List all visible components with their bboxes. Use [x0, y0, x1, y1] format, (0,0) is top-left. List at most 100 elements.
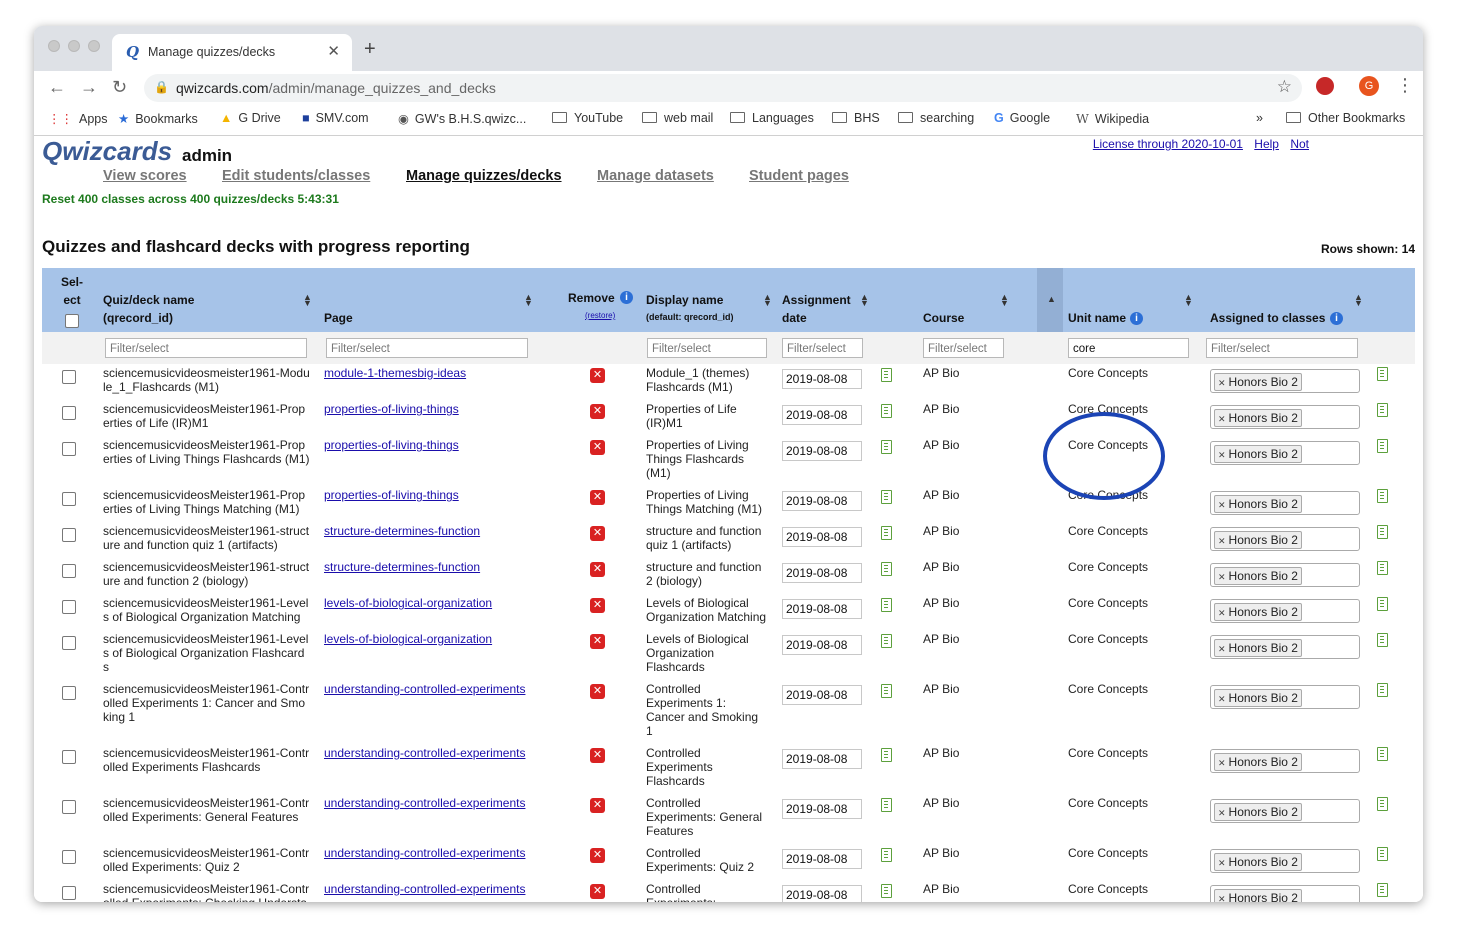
clipboard-icon[interactable] [881, 748, 892, 762]
bookmark-google[interactable]: G Google [994, 111, 1050, 125]
assignment-date-input[interactable]: 2019-08-08 [782, 849, 862, 869]
clipboard-icon[interactable] [881, 884, 892, 898]
bookmark-star-icon[interactable]: ☆ [1277, 77, 1292, 97]
reload-icon[interactable]: ↻ [112, 77, 127, 98]
assignment-date-input[interactable]: 2019-08-08 [782, 441, 862, 461]
remove-x-icon[interactable]: ✕ [590, 848, 605, 863]
select-all-checkbox[interactable] [65, 314, 79, 328]
remove-x-icon[interactable]: ✕ [590, 526, 605, 541]
clipboard-icon[interactable] [881, 562, 892, 576]
clipboard-icon[interactable] [1377, 367, 1388, 381]
row-checkbox[interactable] [62, 370, 76, 384]
page-link[interactable]: structure-determines-function [324, 560, 480, 574]
remove-x-icon[interactable]: ✕ [590, 798, 605, 813]
remove-tag-icon[interactable]: ✕ [1218, 608, 1226, 618]
class-tag[interactable]: ✕ Honors Bio 2 [1214, 639, 1302, 657]
sort-name-icon[interactable]: ▲ ▼ [303, 293, 312, 308]
class-tag[interactable]: ✕ Honors Bio 2 [1214, 531, 1302, 549]
assignment-date-input[interactable]: 2019-08-08 [782, 527, 862, 547]
info-icon[interactable]: i [1330, 312, 1343, 325]
row-checkbox[interactable] [62, 686, 76, 700]
assignment-date-input[interactable]: 2019-08-08 [782, 405, 862, 425]
new-tab-icon[interactable]: + [364, 38, 376, 61]
remove-x-icon[interactable]: ✕ [590, 368, 605, 383]
address-bar[interactable]: 🔒 qwizcards.com/admin/manage_quizzes_and… [144, 74, 1302, 102]
remove-tag-icon[interactable]: ✕ [1218, 808, 1226, 818]
clipboard-icon[interactable] [1377, 847, 1388, 861]
profile-avatar[interactable]: G [1359, 76, 1379, 96]
page-link[interactable]: properties-of-living-things [324, 402, 459, 416]
remove-x-icon[interactable]: ✕ [590, 562, 605, 577]
row-checkbox[interactable] [62, 600, 76, 614]
bookmark-languages[interactable]: Languages [730, 111, 814, 125]
page-link[interactable]: understanding-controlled-experiments [324, 746, 525, 760]
clipboard-icon[interactable] [881, 404, 892, 418]
class-tag[interactable]: ✕ Honors Bio 2 [1214, 803, 1302, 821]
remove-tag-icon[interactable]: ✕ [1218, 694, 1226, 704]
forward-arrow-icon[interactable]: → [80, 77, 98, 98]
assignment-date-input[interactable]: 2019-08-08 [782, 885, 862, 902]
filter-course-input[interactable]: Filter/select [923, 338, 1004, 358]
clipboard-icon[interactable] [881, 440, 892, 454]
remove-x-icon[interactable]: ✕ [590, 490, 605, 505]
class-tag[interactable]: ✕ Honors Bio 2 [1214, 603, 1302, 621]
info-icon[interactable]: i [620, 291, 633, 304]
clipboard-icon[interactable] [1377, 489, 1388, 503]
assignment-date-input[interactable]: 2019-08-08 [782, 369, 862, 389]
nav-manage-quizzes[interactable]: Manage quizzes/decks [406, 168, 562, 184]
clipboard-icon[interactable] [1377, 883, 1388, 897]
nav-edit-students[interactable]: Edit students/classes [222, 168, 370, 184]
remove-x-icon[interactable]: ✕ [590, 404, 605, 419]
clipboard-icon[interactable] [1377, 525, 1388, 539]
clipboard-icon[interactable] [881, 598, 892, 612]
clipboard-icon[interactable] [881, 798, 892, 812]
assigned-classes-input[interactable]: ✕ Honors Bio 2 [1210, 885, 1360, 902]
clipboard-icon[interactable] [1377, 797, 1388, 811]
sort-ascending-icon[interactable]: ▲ [1047, 294, 1056, 304]
bookmarks-overflow[interactable]: » [1256, 111, 1263, 125]
assignment-date-input[interactable]: 2019-08-08 [782, 635, 862, 655]
bookmark-other[interactable]: Other Bookmarks [1286, 111, 1405, 125]
sort-course-icon[interactable]: ▲ ▼ [1000, 293, 1009, 308]
bookmark-web-mail[interactable]: web mail [642, 111, 713, 125]
assigned-classes-input[interactable]: ✕ Honors Bio 2 [1210, 799, 1360, 823]
page-link[interactable]: properties-of-living-things [324, 488, 459, 502]
row-checkbox[interactable] [62, 528, 76, 542]
filter-classes-input[interactable]: Filter/select [1206, 338, 1358, 358]
assignment-date-input[interactable]: 2019-08-08 [782, 491, 862, 511]
bookmark-bookmarks[interactable]: ★ Bookmarks [118, 111, 198, 126]
class-tag[interactable]: ✕ Honors Bio 2 [1214, 567, 1302, 585]
clipboard-icon[interactable] [1377, 633, 1388, 647]
bookmark-bhs[interactable]: BHS [832, 111, 880, 125]
clipboard-icon[interactable] [1377, 561, 1388, 575]
page-link[interactable]: properties-of-living-things [324, 438, 459, 452]
minimize-window-dot[interactable] [68, 40, 80, 52]
assigned-classes-input[interactable]: ✕ Honors Bio 2 [1210, 405, 1360, 429]
close-window-dot[interactable] [48, 40, 60, 52]
page-link[interactable]: levels-of-biological-organization [324, 632, 492, 646]
remove-tag-icon[interactable]: ✕ [1218, 500, 1226, 510]
page-link[interactable]: understanding-controlled-experiments [324, 882, 525, 896]
page-link[interactable]: understanding-controlled-experiments [324, 846, 525, 860]
clipboard-icon[interactable] [1377, 439, 1388, 453]
remove-tag-icon[interactable]: ✕ [1218, 378, 1226, 388]
nav-manage-datasets[interactable]: Manage datasets [597, 168, 714, 184]
sort-display-icon[interactable]: ▲ ▼ [763, 293, 772, 308]
not-link[interactable]: Not [1290, 137, 1309, 151]
remove-tag-icon[interactable]: ✕ [1218, 572, 1226, 582]
page-link[interactable]: understanding-controlled-experiments [324, 796, 525, 810]
page-link[interactable]: levels-of-biological-organization [324, 596, 492, 610]
class-tag[interactable]: ✕ Honors Bio 2 [1214, 689, 1302, 707]
nav-student-pages[interactable]: Student pages [749, 168, 849, 184]
clipboard-icon[interactable] [1377, 747, 1388, 761]
class-tag[interactable]: ✕ Honors Bio 2 [1214, 753, 1302, 771]
remove-x-icon[interactable]: ✕ [590, 634, 605, 649]
bookmark-g-drive[interactable]: ▲ G Drive [220, 111, 281, 125]
remove-tag-icon[interactable]: ✕ [1218, 644, 1226, 654]
remove-x-icon[interactable]: ✕ [590, 598, 605, 613]
restore-link[interactable]: (restore) [585, 307, 615, 325]
assignment-date-input[interactable]: 2019-08-08 [782, 749, 862, 769]
assigned-classes-input[interactable]: ✕ Honors Bio 2 [1210, 441, 1360, 465]
clipboard-icon[interactable] [881, 490, 892, 504]
clipboard-icon[interactable] [881, 368, 892, 382]
